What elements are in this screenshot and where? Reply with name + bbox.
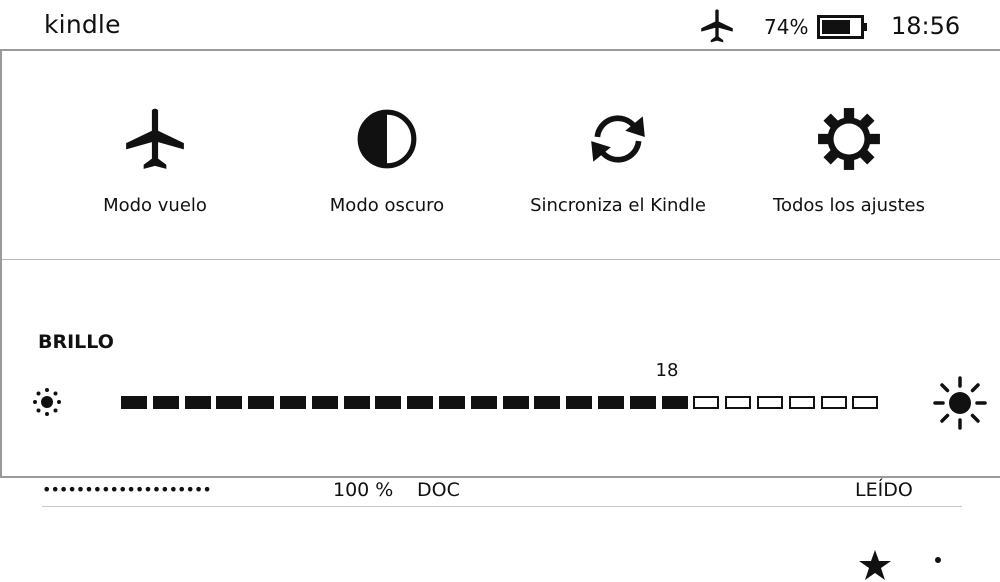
all-settings-label: Todos los ajustes [773, 195, 925, 216]
read-status: LEÍDO [855, 479, 913, 501]
panel-divider [2, 259, 1000, 260]
sync-icon [591, 115, 645, 163]
sun-small-icon[interactable] [30, 385, 64, 419]
airplane-mode-button[interactable]: Modo vuelo [35, 106, 275, 236]
brightness-segment[interactable] [630, 396, 656, 409]
clock: 18:56 [891, 12, 961, 40]
brightness-segment[interactable] [503, 396, 529, 409]
brightness-segment[interactable] [439, 396, 465, 409]
brightness-segment[interactable] [121, 396, 147, 409]
quick-settings-panel: Modo vuelo Modo oscuro Sincroniza el Kin… [0, 49, 1000, 478]
brightness-segment[interactable] [821, 396, 847, 409]
gear-icon [818, 108, 880, 170]
progress-percent: 100 % [333, 479, 394, 501]
brightness-segment[interactable] [789, 396, 815, 409]
battery-percent: 74% [764, 15, 809, 39]
brightness-segment[interactable] [852, 396, 878, 409]
brightness-segment[interactable] [471, 396, 497, 409]
brightness-segment[interactable] [566, 396, 592, 409]
star-icon[interactable] [858, 548, 892, 582]
brightness-segment[interactable] [248, 396, 274, 409]
brightness-slider[interactable] [121, 396, 881, 410]
brightness-segment[interactable] [344, 396, 370, 409]
reading-progress-dots: •••••••••••••••••••• [42, 480, 212, 499]
brightness-segment[interactable] [407, 396, 433, 409]
brightness-segment[interactable] [534, 396, 560, 409]
brightness-segment[interactable] [153, 396, 179, 409]
battery-icon [817, 15, 867, 39]
all-settings-button[interactable]: Todos los ajustes [729, 106, 969, 236]
brightness-segment[interactable] [280, 396, 306, 409]
list-divider [42, 506, 962, 507]
brightness-segment[interactable] [693, 396, 719, 409]
dark-mode-label: Modo oscuro [329, 195, 445, 216]
brightness-segment[interactable] [662, 396, 688, 409]
dark-mode-button[interactable]: Modo oscuro [267, 106, 507, 236]
brightness-segment[interactable] [725, 396, 751, 409]
quick-actions-row: Modo vuelo Modo oscuro Sincroniza el Kin… [2, 51, 1000, 259]
brightness-segment[interactable] [375, 396, 401, 409]
contrast-icon [357, 109, 417, 169]
brightness-segment[interactable] [598, 396, 624, 409]
brightness-segment[interactable] [216, 396, 242, 409]
library-item[interactable]: •••••••••••••••••••• 100 % DOC LEÍDO [0, 476, 1000, 516]
document-type: DOC [417, 479, 460, 501]
status-bar: kindle 74% 18:56 [0, 0, 1000, 50]
brightness-segment[interactable] [312, 396, 338, 409]
brightness-title: BRILLO [38, 331, 114, 353]
airplane-icon [126, 108, 184, 169]
airplane-mode-label: Modo vuelo [103, 195, 207, 216]
sync-button[interactable]: Sincroniza el Kindle [498, 106, 738, 236]
brightness-value: 18 [655, 360, 679, 381]
sync-label: Sincroniza el Kindle [530, 195, 706, 216]
airplane-icon [701, 9, 733, 43]
brightness-segment[interactable] [185, 396, 211, 409]
more-icon[interactable] [933, 556, 943, 576]
sun-large-icon[interactable] [932, 375, 988, 431]
app-title: kindle [44, 10, 121, 39]
brightness-segment[interactable] [757, 396, 783, 409]
